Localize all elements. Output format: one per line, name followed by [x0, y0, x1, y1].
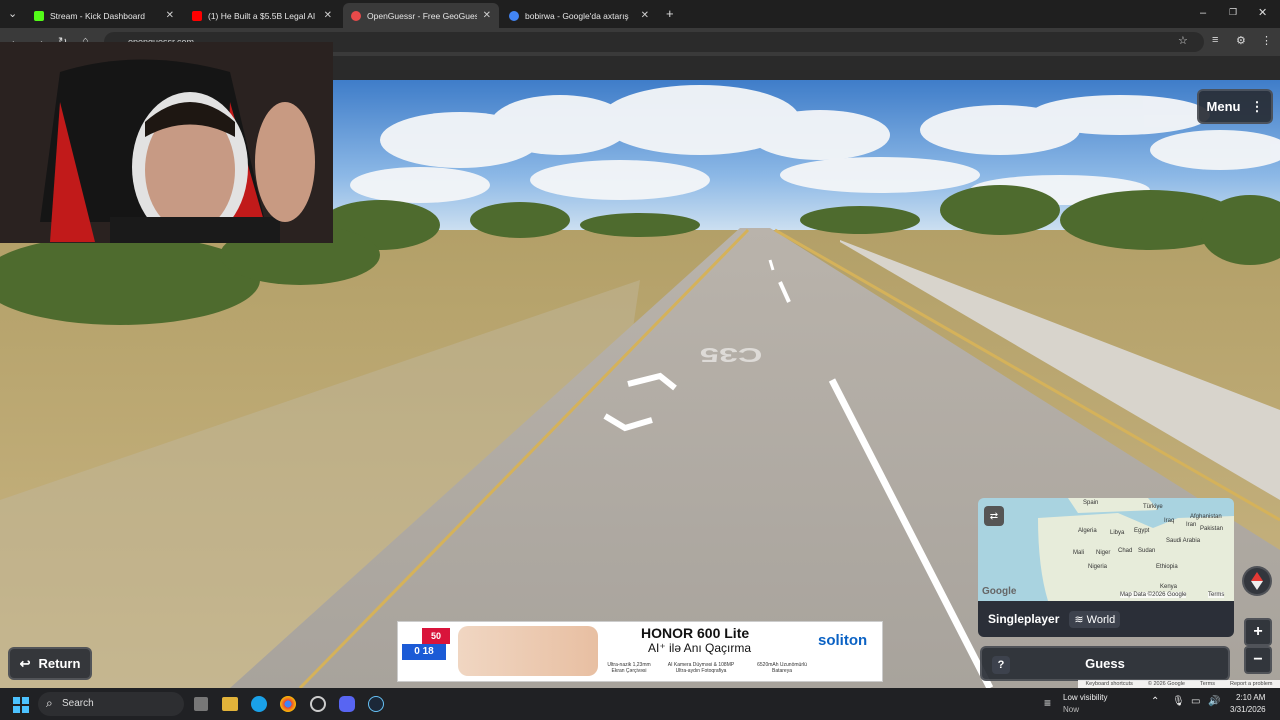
- windows-taskbar: ⌕ Search ≡ Low visibility Now ⌃ 🎙 ▭ 🔊 2:…: [0, 688, 1280, 720]
- browser-tab-strip: ⌄ Stream - Kick Dashboard ✕ (1) He Built…: [0, 0, 1280, 28]
- report-problem-link[interactable]: Report a problem: [1230, 681, 1273, 687]
- return-button[interactable]: ↩ Return: [8, 647, 92, 680]
- tab-list-icon[interactable]: ⌄: [8, 7, 17, 20]
- chrome-icon[interactable]: [280, 696, 296, 712]
- keyboard-shortcuts-link[interactable]: Keyboard shortcuts: [1086, 681, 1133, 687]
- game-mode-bar: Singleplayer ≋ World: [978, 601, 1234, 637]
- microphone-icon[interactable]: 🎙: [1172, 696, 1185, 707]
- windows-start-icon[interactable]: [13, 697, 29, 713]
- minimize-icon[interactable]: –: [1200, 7, 1206, 19]
- help-button[interactable]: ?: [992, 656, 1010, 674]
- zoom-in-button[interactable]: +: [1244, 618, 1272, 646]
- webcam-overlay: [0, 42, 333, 243]
- region-badge[interactable]: ≋ World: [1069, 610, 1121, 628]
- steam-icon[interactable]: [368, 696, 384, 712]
- weather-sub: Now: [1063, 705, 1080, 714]
- search-icon: ⌕: [46, 696, 53, 710]
- close-tab-icon[interactable]: ✕: [483, 10, 491, 21]
- road-marking: C35: [700, 343, 763, 367]
- sponsor-logo: soliton: [818, 632, 868, 649]
- layers-icon: ≋: [1074, 613, 1084, 626]
- streamer-image: [0, 42, 333, 243]
- weather-fog-icon: ≡: [1044, 696, 1052, 710]
- volume-icon[interactable]: 🔊: [1208, 696, 1220, 707]
- menu-button[interactable]: Menu ⋮: [1197, 89, 1273, 124]
- compass-icon: [1251, 572, 1263, 590]
- edge-icon[interactable]: [251, 696, 267, 712]
- tab-openguessr[interactable]: OpenGuessr - Free GeoGuessr ✕: [343, 3, 499, 28]
- maps-footer: Keyboard shortcuts © 2026 Google Terms R…: [1078, 680, 1280, 688]
- close-window-icon[interactable]: ✕: [1258, 6, 1267, 19]
- map-terms-link[interactable]: Terms: [1208, 592, 1225, 598]
- tray-chevron-icon[interactable]: ⌃: [1151, 696, 1159, 707]
- bookmark-star-icon[interactable]: ☆: [1178, 34, 1188, 47]
- media-icon[interactable]: ≡: [1212, 34, 1218, 46]
- discord-icon[interactable]: [339, 696, 355, 712]
- compass-button[interactable]: [1242, 566, 1272, 596]
- more-vertical-icon: ⋮: [1250, 98, 1264, 114]
- more-icon[interactable]: ⋮: [1261, 34, 1272, 47]
- close-tab-icon[interactable]: ✕: [641, 10, 649, 21]
- map-settings-icon[interactable]: ⇄: [984, 506, 1004, 526]
- close-tab-icon[interactable]: ✕: [166, 10, 174, 21]
- ad-promo: 50 0 18: [402, 628, 450, 664]
- restore-icon[interactable]: ❐: [1229, 7, 1237, 18]
- tab-youtube[interactable]: (1) He Built a $5.5B Legal AI Co ✕: [184, 3, 340, 28]
- close-tab-icon[interactable]: ✕: [324, 10, 332, 21]
- youtube-icon: [192, 10, 202, 21]
- kick-icon: [34, 10, 44, 21]
- terms-link[interactable]: Terms: [1200, 681, 1215, 687]
- extensions-icon[interactable]: ⚙: [1236, 34, 1246, 47]
- clock-date[interactable]: 3/31/2026: [1230, 705, 1266, 714]
- map-data-text: © 2026 Google: [1147, 681, 1185, 687]
- tab-google[interactable]: bobirwa - Google'da axtarış ✕: [501, 3, 657, 28]
- google-icon: [509, 10, 519, 21]
- taskbar-search[interactable]: ⌕ Search: [38, 692, 184, 716]
- ad-banner[interactable]: 50 0 18 HONOR 600 Lite AI⁺ ilə Anı Qaçır…: [397, 621, 883, 682]
- network-icon[interactable]: ▭: [1191, 696, 1200, 707]
- weather-title: Low visibility: [1063, 693, 1108, 702]
- new-tab-button[interactable]: +: [666, 6, 674, 21]
- phone-image: [458, 626, 598, 676]
- openguessr-icon: [351, 10, 361, 21]
- mode-label: Singleplayer: [988, 612, 1060, 626]
- return-arrow-icon: ↩: [19, 655, 31, 671]
- clock-time[interactable]: 2:10 AM: [1236, 693, 1265, 702]
- task-view-icon[interactable]: [194, 697, 208, 711]
- zoom-out-button[interactable]: −: [1244, 646, 1272, 674]
- tab-kick[interactable]: Stream - Kick Dashboard ✕: [26, 3, 182, 28]
- file-explorer-icon[interactable]: [222, 697, 238, 711]
- guess-minimap[interactable]: Spain Türkiye Algeria Libya Egypt Iraq I…: [978, 498, 1234, 601]
- guess-button[interactable]: ? Guess: [980, 646, 1230, 681]
- obs-icon[interactable]: [310, 696, 326, 712]
